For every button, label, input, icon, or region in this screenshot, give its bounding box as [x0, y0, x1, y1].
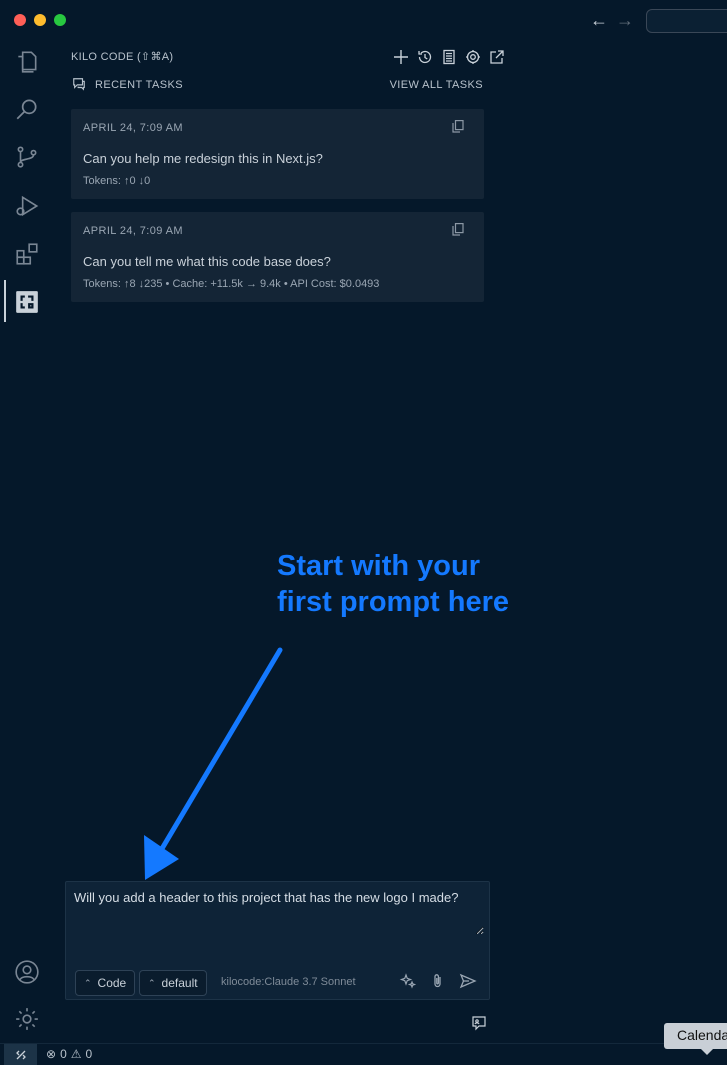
task-date: APRIL 24, 7:09 AM: [83, 122, 183, 134]
chevron-up-icon: ⌃: [148, 977, 156, 988]
mode-selector[interactable]: ⌃ Code: [75, 970, 136, 996]
recent-tasks-label: RECENT TASKS: [95, 79, 183, 91]
copy-icon[interactable]: [452, 223, 464, 241]
profile-selector[interactable]: ⌃ default: [139, 970, 207, 996]
close-window-button[interactable]: [14, 14, 26, 26]
panel-header: KILO CODE (⇧⌘A): [71, 48, 504, 68]
copy-icon[interactable]: [452, 120, 464, 138]
search-icon[interactable]: [13, 95, 41, 123]
minimize-window-button[interactable]: [34, 14, 46, 26]
chat-input-box: ⌃ Code ⌃ default kilocode:Claude 3.7 Son…: [65, 881, 490, 1000]
manage-gear-icon[interactable]: [13, 1005, 41, 1033]
tooltip-tail: [700, 1048, 714, 1055]
error-icon: ⊗: [46, 1047, 57, 1061]
settings-icon[interactable]: [465, 48, 481, 66]
chevron-up-icon: ⌃: [84, 977, 92, 988]
account-icon[interactable]: [13, 958, 41, 986]
chat-textarea[interactable]: [74, 890, 484, 935]
plus-icon[interactable]: [393, 48, 409, 66]
annotation-line-1: Start with your: [277, 550, 481, 582]
task-meta: Tokens: ↑8 ↓235 • Cache: +11.5k → 9.4k •…: [83, 278, 380, 290]
mode-label: Code: [97, 976, 127, 990]
annotation-arrow: [144, 647, 283, 880]
comments-icon: [72, 77, 86, 96]
task-text: Can you tell me what this code base does…: [83, 254, 331, 269]
source-control-icon[interactable]: [13, 143, 41, 171]
send-icon[interactable]: [459, 972, 477, 995]
attach-icon[interactable]: [429, 972, 447, 995]
warning-icon: ⚠: [70, 1047, 82, 1061]
title-bar: ← →: [0, 0, 727, 40]
marketplace-icon[interactable]: [441, 48, 457, 66]
task-date: APRIL 24, 7:09 AM: [83, 225, 183, 237]
forward-arrow-icon[interactable]: →: [616, 10, 634, 30]
model-label: kilocode:Claude 3.7 Sonnet: [221, 976, 356, 988]
annotation-callout: Start with your first prompt here: [277, 548, 509, 620]
extensions-icon[interactable]: [13, 240, 41, 268]
kilo-code-icon[interactable]: [13, 288, 41, 316]
profile-label: default: [161, 976, 198, 990]
annotation-line-2: first prompt here: [277, 586, 510, 618]
history-icon[interactable]: [417, 48, 433, 66]
warning-count: 0: [85, 1047, 93, 1061]
calendar-tooltip: Calendar: [664, 1023, 727, 1049]
task-card[interactable]: APRIL 24, 7:09 AM Can you help me redesi…: [71, 109, 484, 199]
task-meta: Tokens: ↑0 ↓0: [83, 175, 151, 187]
chat-actions: [399, 972, 477, 995]
active-indicator: [4, 280, 6, 322]
task-card[interactable]: APRIL 24, 7:09 AM Can you tell me what t…: [71, 212, 484, 302]
task-text: Can you help me redesign this in Next.js…: [83, 151, 323, 166]
back-arrow-icon[interactable]: ←: [590, 10, 608, 30]
recent-tasks-header: RECENT TASKS VIEW ALL TASKS: [71, 76, 483, 94]
remote-indicator[interactable]: [4, 1044, 37, 1065]
panel-title: KILO CODE (⇧⌘A): [71, 51, 174, 63]
problems-indicator[interactable]: ⊗ 0 ⚠ 0: [46, 1047, 92, 1061]
header-toolbar: [393, 48, 505, 66]
explorer-icon[interactable]: [13, 48, 41, 76]
popout-icon[interactable]: [489, 48, 505, 66]
feedback-icon[interactable]: [470, 1015, 488, 1038]
status-bar: ⊗ 0 ⚠ 0: [0, 1043, 727, 1065]
activity-bar: [0, 40, 54, 1043]
view-all-tasks-link[interactable]: VIEW ALL TASKS: [390, 79, 483, 91]
run-debug-icon[interactable]: [13, 192, 41, 220]
error-count: 0: [60, 1047, 67, 1061]
enhance-prompt-icon[interactable]: [399, 972, 417, 995]
command-center-search[interactable]: [646, 9, 727, 33]
zoom-window-button[interactable]: [54, 14, 66, 26]
